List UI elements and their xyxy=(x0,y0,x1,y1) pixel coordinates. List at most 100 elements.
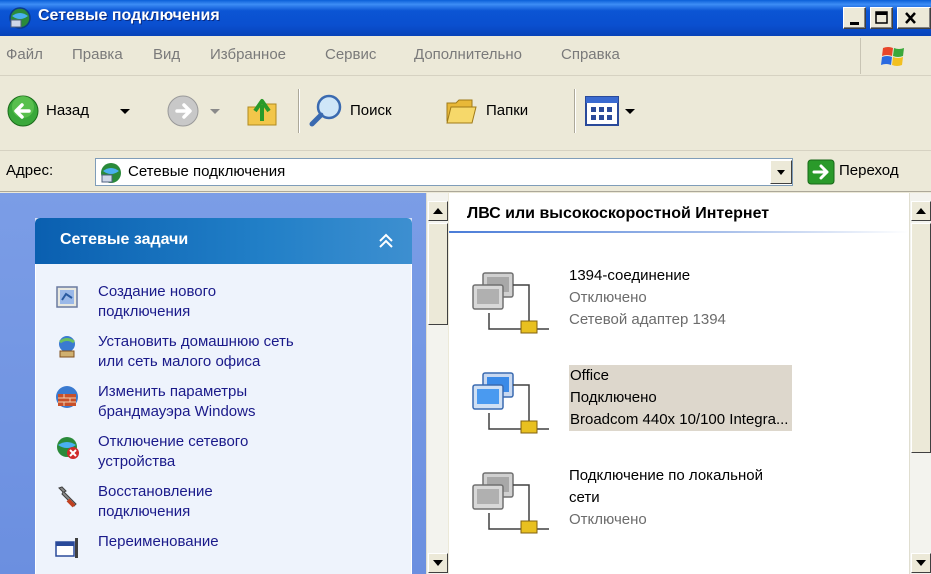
search-label: Поиск xyxy=(350,102,392,119)
connection-item[interactable]: 1394-соединение Отключено Сетевой адапте… xyxy=(469,265,909,355)
firewall-icon xyxy=(56,386,78,408)
connections-view: ЛВС или высокоскоростной Интернет 1394-с… xyxy=(449,193,909,574)
folders-label: Папки xyxy=(486,102,529,119)
window-title: Сетевые подключения xyxy=(38,7,220,24)
new-connection-icon xyxy=(56,286,78,308)
address-label: Адрес: xyxy=(6,162,54,179)
menu-help[interactable]: Справка xyxy=(561,46,620,63)
back-arrow-icon xyxy=(7,95,39,127)
collapse-chevron-icon[interactable] xyxy=(373,228,399,254)
menu-bar: Файл Правка Вид Избранное Сервис Дополни… xyxy=(0,36,931,76)
connection-status: Отключено xyxy=(569,289,647,306)
search-button[interactable]: Поиск xyxy=(308,93,438,129)
menu-tools[interactable]: Сервис xyxy=(325,46,376,63)
connection-status: Подключено xyxy=(570,389,657,406)
arrow-up-icon xyxy=(433,208,443,214)
group-divider xyxy=(449,231,909,233)
go-arrow-icon[interactable] xyxy=(807,159,835,185)
close-icon xyxy=(905,12,916,24)
repair-wrench-icon xyxy=(58,486,77,508)
connection-device: Broadcom 440x 10/100 Integra... xyxy=(570,411,789,428)
connection-status: Отключено xyxy=(569,511,647,528)
task-label: Восстановление xyxy=(98,483,213,500)
connection-item-selected[interactable]: Office Подключено Broadcom 440x 10/100 I… xyxy=(469,365,909,455)
connection-item[interactable]: Подключение по локальной сети Отключено xyxy=(469,465,909,555)
menu-favorites[interactable]: Избранное xyxy=(210,46,286,63)
rename-icon xyxy=(55,538,78,558)
network-connection-disconnected-icon xyxy=(472,272,549,334)
task-label: или сеть малого офиса xyxy=(98,353,261,370)
forward-button[interactable] xyxy=(166,93,226,129)
folders-button[interactable]: Папки xyxy=(444,93,564,129)
arrow-down-icon xyxy=(916,560,926,566)
connection-name: 1394-соединение xyxy=(569,267,691,284)
network-connection-disconnected-icon xyxy=(472,472,549,534)
address-dropdown-button[interactable] xyxy=(770,160,792,184)
windows-logo xyxy=(860,38,926,74)
views-dropdown-icon xyxy=(625,109,635,114)
views-icon xyxy=(585,96,619,126)
group-title: ЛВС или высокоскоростной Интернет xyxy=(467,205,770,222)
network-tasks-title: Сетевые задачи xyxy=(60,231,189,248)
task-label: Изменить параметры xyxy=(98,383,248,400)
task-pane: Сетевые задачи Создание нового подключени… xyxy=(0,193,426,574)
maximize-icon xyxy=(875,11,888,24)
network-connections-icon xyxy=(101,163,121,183)
views-button[interactable] xyxy=(584,93,644,129)
task-label: Отключение сетевого xyxy=(98,433,249,450)
toolbar-separator xyxy=(574,89,576,133)
go-button[interactable]: Переход xyxy=(839,162,899,179)
connection-name: Подключение по локальной xyxy=(569,467,763,484)
task-label: Установить домашнюю сеть xyxy=(98,333,294,350)
toolbar: Назад Поиск Папки xyxy=(0,77,931,151)
back-label: Назад xyxy=(46,102,89,119)
maximize-button[interactable] xyxy=(870,7,893,29)
scroll-thumb[interactable] xyxy=(428,223,448,325)
folders-icon xyxy=(446,99,477,124)
back-button[interactable]: Назад xyxy=(6,93,146,129)
forward-arrow-icon xyxy=(167,95,199,127)
address-input[interactable]: Сетевые подключения xyxy=(95,158,793,186)
address-bar: Адрес: Сетевые подключения Переход xyxy=(0,152,931,192)
back-dropdown-icon[interactable] xyxy=(118,107,132,117)
menu-advanced[interactable]: Дополнительно xyxy=(414,46,522,63)
disable-device-icon xyxy=(57,437,79,459)
up-button[interactable] xyxy=(244,93,288,129)
arrow-up-icon xyxy=(916,208,926,214)
task-label: Переименование xyxy=(98,533,219,550)
network-connection-connected-icon xyxy=(472,372,549,434)
task-label: подключения xyxy=(98,503,191,520)
close-button[interactable] xyxy=(897,7,931,29)
task-label: устройства xyxy=(98,453,176,470)
minimize-button[interactable] xyxy=(843,7,866,29)
title-bar[interactable]: Сетевые подключения xyxy=(0,0,931,36)
arrow-down-icon xyxy=(433,560,443,566)
scroll-up-button[interactable] xyxy=(911,201,931,221)
network-connections-icon xyxy=(9,7,31,29)
scroll-thumb[interactable] xyxy=(911,223,931,453)
menu-file[interactable]: Файл xyxy=(6,46,43,63)
connection-name-continued: сети xyxy=(569,489,600,506)
chevron-down-icon xyxy=(777,170,785,175)
scroll-down-button[interactable] xyxy=(911,553,931,573)
task-label: брандмауэра Windows xyxy=(98,403,256,420)
search-icon xyxy=(309,94,342,127)
minimize-icon xyxy=(850,22,859,25)
menu-edit[interactable]: Правка xyxy=(72,46,123,63)
network-tasks-panel: Сетевые задачи Создание нового подключени… xyxy=(35,218,412,574)
scroll-down-button[interactable] xyxy=(428,553,448,573)
address-value: Сетевые подключения xyxy=(128,163,286,180)
connection-device: Сетевой адаптер 1394 xyxy=(569,311,726,328)
toolbar-separator xyxy=(298,89,300,133)
home-network-icon xyxy=(59,336,75,358)
connection-name: Office xyxy=(570,367,609,384)
task-pane-scrollbar[interactable] xyxy=(426,193,448,574)
folder-up-icon xyxy=(247,99,277,126)
network-tasks-header[interactable]: Сетевые задачи xyxy=(35,218,412,264)
windows-flag-icon xyxy=(881,47,904,66)
menu-view[interactable]: Вид xyxy=(153,46,180,63)
network-tasks-list: Создание нового подключения Установить до… xyxy=(35,264,412,574)
forward-dropdown-icon[interactable] xyxy=(208,107,222,117)
scroll-up-button[interactable] xyxy=(428,201,448,221)
connections-scrollbar[interactable] xyxy=(909,193,931,574)
